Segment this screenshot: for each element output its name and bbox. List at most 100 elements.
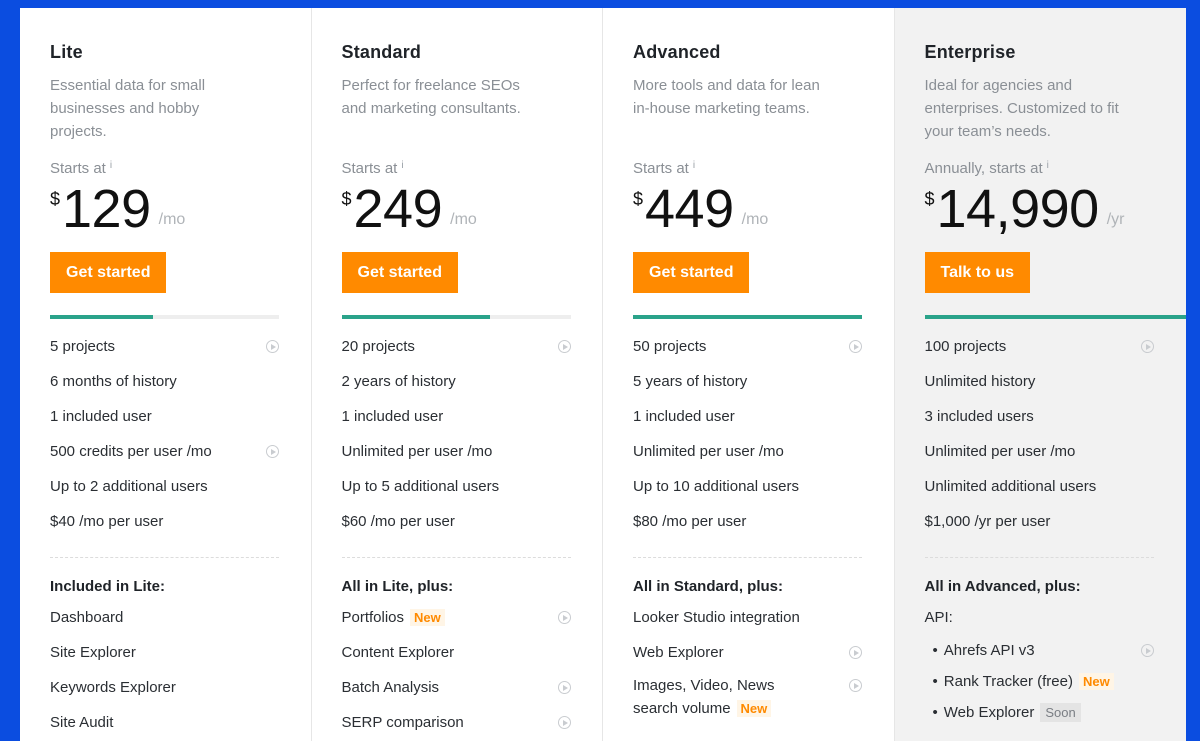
limit-item: 5 years of history	[633, 373, 748, 390]
feature-item: Portfolios New	[342, 600, 571, 635]
feature-item: Site Explorer	[50, 644, 136, 661]
plan-description: More tools and data for lean in-house ma…	[633, 77, 820, 117]
limit-item: 6 months of history	[50, 373, 177, 390]
starts-at-label: Annually, starts at i	[924, 160, 1049, 177]
price: $ 129 /mo	[50, 181, 281, 241]
play-circle-icon[interactable]	[557, 340, 571, 353]
starts-at-label: Starts at i	[50, 160, 113, 177]
plan-meter-fill	[633, 315, 862, 319]
feature-item: Content Explorer	[341, 644, 455, 661]
limit-item: $1,000 /yr per user	[924, 513, 1051, 530]
feature-item: Looker Studio integration	[633, 609, 800, 626]
included-title: All in Standard, plus:	[633, 578, 784, 595]
features-list: API: • Ahrefs API v3 • Rank Tracker (free)…	[925, 600, 1157, 728]
feature-item: Batch Analysis	[342, 670, 571, 705]
talk-to-us-button[interactable]: Talk to us	[924, 252, 1030, 293]
plan-description: Perfect for freelance SEOs and marketing…	[341, 77, 521, 117]
limit-item: 500 credits per user /mo	[50, 434, 279, 469]
plan-meter	[924, 315, 1186, 319]
info-icon[interactable]: i	[401, 160, 403, 171]
limits-list: 100 projects Unlimited history 3 include…	[925, 329, 1157, 539]
get-started-button[interactable]: Get started	[341, 252, 458, 293]
play-circle-icon[interactable]	[557, 611, 571, 624]
limit-item: 1 included user	[633, 408, 735, 425]
starts-at-label: Starts at i	[633, 160, 696, 177]
new-badge: New	[410, 609, 445, 626]
limit-item: $60 /mo per user	[341, 513, 455, 530]
feature-item: Web Explorer	[633, 635, 862, 670]
starts-at-label: Starts at i	[341, 160, 404, 177]
plan-meter-fill	[50, 315, 154, 319]
plan-card-advanced: Advanced More tools and data for lean in…	[603, 8, 895, 741]
price-period: /mo	[450, 211, 477, 228]
feature-item: Dashboard	[50, 609, 124, 626]
price-amount: 449	[645, 179, 734, 239]
feature-item: Images, Video, News search volume New	[633, 670, 862, 720]
limit-item: Up to 2 additional users	[50, 478, 208, 495]
play-circle-icon[interactable]	[1140, 644, 1154, 657]
price-period: /mo	[158, 211, 186, 228]
info-icon[interactable]: i	[1047, 160, 1049, 171]
bullet: •	[932, 673, 938, 690]
play-circle-icon[interactable]	[266, 340, 279, 353]
features-list: Looker Studio integration Web Explorer I…	[633, 600, 864, 720]
plan-description: Essential data for small businesses and …	[50, 77, 206, 140]
limit-item: $40 /mo per user	[50, 513, 164, 530]
included-title: All in Advanced, plus:	[924, 578, 1081, 595]
limit-item: 5 projects	[50, 329, 279, 364]
plan-meter	[341, 315, 571, 319]
soon-badge: Soon	[1040, 703, 1081, 722]
limit-item: Unlimited additional users	[924, 478, 1097, 495]
price-period: /mo	[741, 211, 769, 228]
currency-symbol: $	[924, 189, 935, 209]
bullet: •	[932, 704, 938, 721]
bullet: •	[932, 642, 938, 659]
info-icon[interactable]: i	[110, 160, 112, 171]
features-list: Dashboard Site Explorer Keywords Explore…	[50, 600, 281, 740]
plan-name: Enterprise	[924, 42, 1016, 62]
feature-item: • Ahrefs API v3	[925, 635, 1154, 666]
plan-name: Standard	[341, 42, 422, 62]
play-circle-icon[interactable]	[266, 445, 279, 458]
limit-item: Up to 10 additional users	[633, 478, 799, 495]
plan-meter-fill	[341, 315, 491, 319]
limit-item: 1 included user	[341, 408, 444, 425]
currency-symbol: $	[633, 189, 644, 209]
limit-item: Unlimited per user /mo	[924, 443, 1076, 460]
get-started-button[interactable]: Get started	[633, 252, 750, 293]
limit-item: $80 /mo per user	[633, 513, 747, 530]
info-icon[interactable]: i	[693, 160, 695, 171]
price-amount: 129	[62, 179, 151, 239]
plan-description: Ideal for agencies and enterprises. Cust…	[924, 77, 1119, 140]
plan-card-enterprise: Enterprise Ideal for agencies and enterp…	[894, 8, 1186, 741]
limit-item: Unlimited history	[924, 373, 1036, 390]
currency-symbol: $	[50, 189, 61, 209]
play-circle-icon[interactable]	[849, 340, 862, 353]
play-circle-icon[interactable]	[849, 646, 862, 659]
currency-symbol: $	[341, 189, 352, 209]
get-started-button[interactable]: Get started	[50, 252, 167, 293]
limit-item: Up to 5 additional users	[341, 478, 500, 495]
limit-item: 1 included user	[50, 408, 152, 425]
divider	[633, 557, 862, 558]
play-circle-icon[interactable]	[557, 716, 571, 729]
feature-item: • Rank Tracker (free) New	[925, 666, 1154, 697]
new-badge: New	[1078, 673, 1114, 690]
plan-name: Lite	[50, 42, 83, 62]
included-title: All in Lite, plus:	[341, 578, 454, 595]
limit-item: 20 projects	[342, 329, 571, 364]
feature-item: SERP comparison	[342, 705, 571, 740]
limits-list: 5 projects 6 months of history 1 include…	[50, 329, 281, 539]
play-circle-icon[interactable]	[849, 679, 862, 692]
pricing-table: Lite Essential data for small businesses…	[20, 8, 1186, 741]
plan-meter	[633, 315, 862, 319]
play-circle-icon[interactable]	[1140, 340, 1154, 353]
divider	[50, 557, 279, 558]
limit-item: 2 years of history	[341, 373, 456, 390]
limit-item: Unlimited per user /mo	[633, 443, 784, 460]
limits-list: 20 projects 2 years of history 1 include…	[342, 329, 573, 539]
play-circle-icon[interactable]	[557, 681, 571, 694]
price: $ 249 /mo	[342, 181, 573, 241]
divider	[924, 557, 1154, 558]
plan-card-standard: Standard Perfect for freelance SEOs and …	[312, 8, 603, 741]
